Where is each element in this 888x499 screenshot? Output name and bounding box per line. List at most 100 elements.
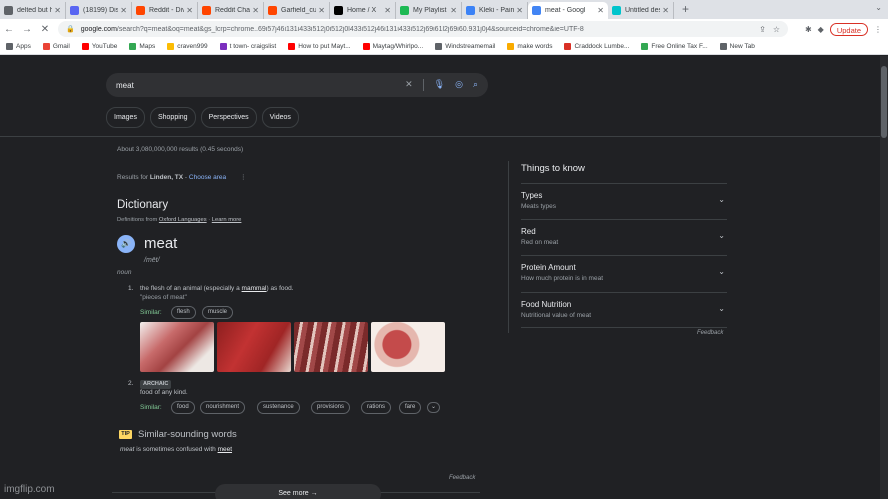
browser-tab[interactable]: (18199) Disco✕: [66, 2, 132, 19]
extensions-icon[interactable]: ✱: [805, 25, 812, 34]
close-tab-icon[interactable]: ✕: [516, 6, 523, 15]
choose-area-link[interactable]: Choose area: [189, 174, 226, 181]
chip-perspectives[interactable]: Perspectives: [200, 107, 257, 128]
bookmark-item[interactable]: Craddock Lumbe...: [564, 43, 629, 50]
bookmark-item[interactable]: New Tab: [719, 43, 755, 50]
dictionary-feedback-link[interactable]: Feedback: [449, 475, 475, 481]
menu-icon[interactable]: ⋮: [874, 25, 882, 34]
browser-tab[interactable]: Reddit Chat ✕: [198, 2, 264, 19]
meat-image[interactable]: [140, 322, 214, 372]
bookmark-item[interactable]: YouTube: [81, 43, 117, 50]
bookmark-item[interactable]: Windstreamemail: [435, 43, 495, 50]
update-button[interactable]: Update: [829, 22, 868, 36]
browser-tab[interactable]: My Playlist #✕: [396, 2, 462, 19]
close-tab-icon[interactable]: ✕: [54, 6, 61, 15]
scrollbar-thumb[interactable]: [881, 66, 887, 138]
close-tab-icon[interactable]: ✕: [384, 6, 391, 15]
bookmark-label: Maytag/Whirlpo...: [372, 43, 424, 50]
address-bar[interactable]: 🔒 google.com/search?q=meat&oq=meat&gs_lc…: [58, 21, 788, 37]
browser-tab[interactable]: Reddit - Dive✕: [132, 2, 198, 19]
bookmark-item[interactable]: t town- craigslist: [219, 43, 277, 50]
reload-icon[interactable]: ✕: [36, 24, 54, 35]
clear-search-icon[interactable]: ✕: [405, 79, 413, 91]
lock-icon[interactable]: 🔒: [66, 25, 75, 33]
meet-link[interactable]: meet: [218, 446, 232, 453]
google-lens-icon[interactable]: ◎: [455, 79, 463, 91]
tab-search-icon[interactable]: ⌄: [875, 3, 882, 12]
things-to-know-feedback-link[interactable]: Feedback: [697, 330, 723, 336]
learn-more-link[interactable]: Learn more: [212, 217, 242, 223]
close-tab-icon[interactable]: ✕: [662, 6, 669, 15]
bookmark-item[interactable]: make words: [507, 43, 552, 50]
close-tab-icon[interactable]: ✕: [318, 6, 325, 15]
similar-chip[interactable]: rations: [361, 401, 392, 414]
search-box[interactable]: meat ✕ 🎙 ◎ ⌕: [106, 73, 488, 97]
bookmark-star-icon[interactable]: ☆: [773, 25, 780, 34]
more-options-icon[interactable]: ⋮: [240, 174, 247, 181]
share-icon[interactable]: ⇪: [759, 25, 766, 34]
meat-image[interactable]: [217, 322, 291, 372]
search-input[interactable]: meat: [116, 81, 405, 90]
bookmark-item[interactable]: Apps: [6, 43, 31, 50]
similar-sounding-title: Similar-sounding words: [138, 429, 237, 440]
browser-tab[interactable]: Garfield_cult✕: [264, 2, 330, 19]
see-more-button[interactable]: See more →: [215, 484, 381, 499]
peace-sign-icon: [219, 43, 227, 50]
new-tab-button[interactable]: +: [674, 2, 697, 19]
similar-chip[interactable]: sustenance: [257, 401, 300, 414]
bookmark-item[interactable]: Free Online Tax F...: [641, 43, 708, 50]
chevron-down-icon[interactable]: ⌄: [718, 304, 725, 313]
mammal-link[interactable]: mammal: [242, 285, 267, 292]
chip-videos[interactable]: Videos: [261, 107, 299, 128]
similar-chip[interactable]: food: [171, 401, 195, 414]
close-tab-icon[interactable]: ✕: [597, 6, 604, 15]
bookmark-item[interactable]: craven999: [167, 43, 208, 50]
similar-chip[interactable]: fare: [399, 401, 422, 414]
oxford-languages-link[interactable]: Oxford Languages: [159, 217, 207, 223]
close-tab-icon[interactable]: ✕: [252, 6, 259, 15]
chevron-down-icon[interactable]: ⌄: [718, 231, 725, 240]
things-to-know-item[interactable]: Types Meats types ⌄: [521, 183, 727, 220]
browser-tab[interactable]: delted but ha✕: [0, 2, 66, 19]
close-tab-icon[interactable]: ✕: [186, 6, 193, 15]
pronounce-speaker-icon[interactable]: 🔊: [117, 235, 135, 253]
tab-title: (18199) Disco: [83, 7, 118, 14]
expand-similar-chevron-icon[interactable]: ⌄: [427, 402, 440, 413]
close-tab-icon[interactable]: ✕: [450, 6, 457, 15]
things-to-know-item[interactable]: Food Nutrition Nutritional value of meat…: [521, 292, 727, 329]
bookmark-item[interactable]: Maps: [129, 43, 155, 50]
chip-images[interactable]: Images: [106, 107, 145, 128]
similar-chip[interactable]: muscle: [202, 306, 234, 319]
search-icon[interactable]: ⌕: [473, 79, 478, 91]
url-path: /search?q=meat&oq=meat&gs_lcrp=chrome..6…: [116, 25, 584, 33]
chevron-down-icon[interactable]: ⌄: [718, 195, 725, 204]
similar-chip[interactable]: provisions: [311, 401, 351, 414]
back-icon[interactable]: ←: [0, 24, 18, 35]
bookmark-item[interactable]: Maytag/Whirlpo...: [362, 43, 424, 50]
meat-image[interactable]: [371, 322, 445, 372]
similar-chip[interactable]: flesh: [171, 306, 196, 319]
definition-number: 1.: [128, 285, 134, 292]
profile-icon[interactable]: ◆: [818, 25, 824, 34]
meat-image[interactable]: [294, 322, 368, 372]
things-to-know-item[interactable]: Protein Amount How much protein is in me…: [521, 255, 727, 292]
forward-icon[interactable]: →: [18, 24, 36, 35]
chevron-down-icon[interactable]: ⌄: [718, 267, 725, 276]
browser-tab[interactable]: Home / X ✕: [330, 2, 396, 19]
browser-tab[interactable]: Untitled desi ✕: [608, 2, 674, 19]
bookmark-label: t town- craigslist: [229, 43, 277, 50]
chip-shopping[interactable]: Shopping: [149, 107, 196, 128]
things-to-know-item[interactable]: Red Red on meat ⌄: [521, 219, 727, 256]
location-name: Linden, TX: [149, 174, 184, 181]
tab-favicon-icon: [334, 6, 343, 15]
bookmark-item[interactable]: Gmail: [42, 43, 70, 50]
tab-favicon-icon: [466, 6, 475, 15]
microphone-icon[interactable]: 🎙: [434, 79, 445, 91]
bookmark-item[interactable]: How to put Mayt...: [288, 43, 351, 50]
browser-tab[interactable]: Kleki - Paint T✕: [462, 2, 528, 19]
close-tab-icon[interactable]: ✕: [120, 6, 127, 15]
browser-tab-active[interactable]: meat - Googl ✕: [528, 2, 608, 19]
similar-chip[interactable]: nourishment: [200, 401, 246, 414]
address-url[interactable]: google.com/search?q=meat&oq=meat&gs_lcrp…: [81, 26, 759, 33]
arrow-right-icon: →: [310, 490, 318, 497]
